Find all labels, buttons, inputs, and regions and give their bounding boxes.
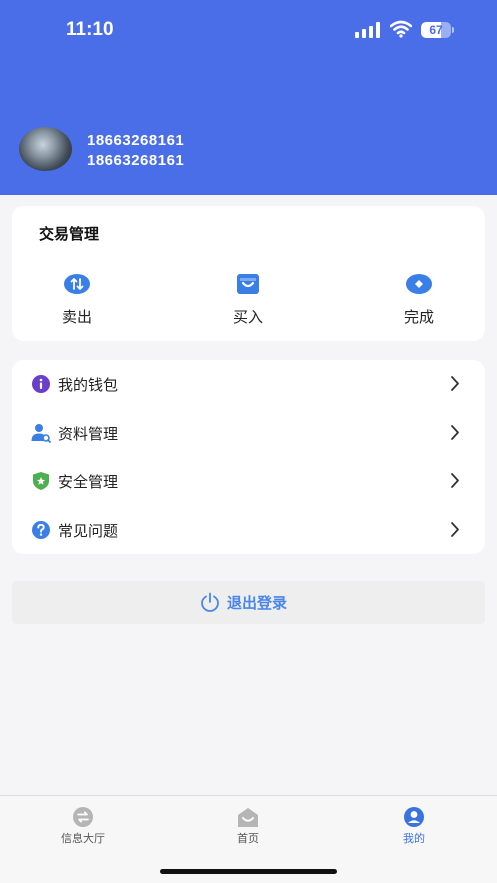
menu-item-wallet[interactable]: 我的钱包 [12,360,485,408]
shield-star-icon [33,472,49,490]
power-icon [201,592,219,612]
buy-button[interactable]: 买入 [208,268,288,328]
profile-icon [404,807,424,827]
status-bar: 11:10 67 [0,0,497,60]
complete-label: 完成 [403,308,434,326]
chevron-right-icon [451,425,459,440]
sell-label: 卖出 [61,308,92,326]
complete-button[interactable]: 完成 [379,268,459,328]
user-search-icon [31,424,51,443]
info-icon [32,375,50,393]
menu-item-security-management[interactable]: 安全管理 [12,457,485,505]
chevron-right-icon [451,376,459,391]
sell-button[interactable]: 卖出 [37,268,117,328]
help-icon [32,521,50,539]
user-account: 18663268161 [87,132,185,149]
home-icon [238,808,258,827]
tab-mine[interactable]: 我的 [364,806,464,846]
menu-item-label: 安全管理 [58,473,119,491]
shopping-bag-icon [237,274,259,294]
menu-item-faq[interactable]: 常见问题 [12,506,485,554]
menu-item-label: 资料管理 [58,425,119,443]
tab-label: 我的 [403,832,425,845]
exchange-icon [73,807,93,827]
menu-item-label: 我的钱包 [58,376,119,394]
tab-home[interactable]: 首页 [198,806,298,846]
wifi-icon [390,20,412,38]
buy-label: 买入 [232,308,263,326]
chevron-right-icon [451,473,459,488]
tab-label: 信息大厅 [61,832,105,845]
trade-management-title: 交易管理 [39,225,100,243]
home-indicator [160,869,337,874]
logout-label: 退出登录 [227,594,288,612]
avatar[interactable] [19,127,72,171]
battery-level: 67 [429,23,443,37]
trade-management-card: 交易管理 卖出 买入 完成 [12,206,485,341]
logout-button[interactable]: 退出登录 [12,581,485,624]
eye-icon [406,274,432,294]
tab-label: 首页 [237,832,259,845]
battery-icon: 67 [421,22,455,38]
swap-arrows-icon [64,274,90,294]
status-time: 11:10 [66,19,114,40]
settings-menu-card: 我的钱包 资料管理 安全管理 常见问题 [12,360,485,554]
tab-info-hall[interactable]: 信息大厅 [33,806,133,846]
chevron-right-icon [451,522,459,537]
profile-header: 11:10 67 18663268161 18663268161 [0,0,497,195]
user-phone: 18663268161 [87,152,185,169]
menu-item-label: 常见问题 [58,522,119,540]
menu-item-profile-management[interactable]: 资料管理 [12,409,485,457]
cellular-signal-icon [355,22,380,38]
